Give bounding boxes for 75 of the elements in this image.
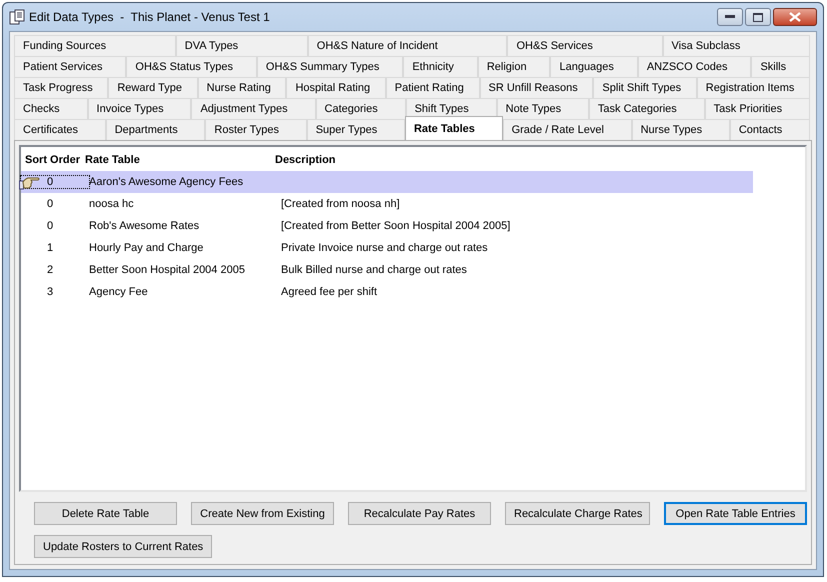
tab[interactable]: Skills (751, 56, 810, 77)
tab[interactable]: Visa Subclass (662, 35, 810, 56)
table-row[interactable]: 0 Aaron's Awesome Agency Fees (21, 171, 753, 193)
close-icon (789, 12, 801, 22)
table-cell-text: Agency Fee (89, 286, 149, 298)
table-cell-text: Hourly Pay and Charge (89, 242, 204, 254)
tab[interactable]: Funding Sources (14, 35, 176, 56)
tab[interactable]: Invoice Types (88, 98, 192, 119)
table-cell-text: Better Soon Hospital 2004 2005 (89, 264, 246, 276)
table-cell-text: 0 (46, 220, 54, 232)
action-button[interactable]: Recalculate Pay Rates (348, 502, 491, 525)
table-cell-text: 3 (46, 286, 54, 298)
table-row[interactable]: 1 Hourly Pay and Charge Private Invoice nurse and charge out rates (21, 237, 805, 259)
table-cell-text: 2 (46, 264, 54, 276)
table-cell: [Created from Better Soon Hospital 2004 2005] (281, 220, 510, 232)
close-button[interactable] (773, 8, 817, 26)
column-header: Description (275, 154, 336, 166)
tab[interactable]: Registration Items (696, 77, 810, 98)
table-cell-text: Rob's Awesome Rates (89, 220, 200, 232)
tab[interactable]: Adjustment Types (191, 98, 316, 119)
table-cell: Bulk Billed nurse and charge out rates (281, 264, 467, 276)
tab[interactable]: Languages (550, 56, 638, 77)
tab[interactable]: Super Types (306, 119, 405, 140)
action-button[interactable]: Delete Rate Table (34, 502, 177, 525)
action-button[interactable]: Update Rosters to Current Rates (34, 535, 212, 558)
table-cell: Private Invoice nurse and charge out rates (281, 242, 488, 254)
table-row[interactable]: 0 noosa hc [Created from noosa nh] (21, 193, 805, 215)
document-icon (9, 9, 25, 25)
tab[interactable]: Religion (478, 56, 550, 77)
maximize-button[interactable] (745, 8, 771, 26)
tab[interactable]: Ethnicity (403, 56, 478, 77)
tab[interactable]: Grade / Rate Level (502, 119, 632, 140)
table-cell: Agreed fee per shift (281, 286, 378, 298)
tab[interactable]: Nurse Rating (198, 77, 286, 98)
table-cell: [Created from noosa nh] (281, 198, 400, 210)
tab[interactable]: Nurse Types (632, 119, 730, 140)
action-button[interactable]: Recalculate Charge Rates (505, 502, 650, 525)
tab[interactable]: OH&S Services (507, 35, 662, 56)
table-cell-text: 0 (46, 198, 54, 210)
tab[interactable]: Certificates (14, 119, 106, 140)
tab[interactable]: ANZSCO Codes (638, 56, 752, 77)
action-button[interactable]: Create New from Existing (191, 502, 334, 525)
tab[interactable]: Task Priorities (704, 98, 810, 119)
tab[interactable]: OH&S Summary Types (256, 56, 404, 77)
table-row[interactable]: 0 Rob's Awesome Rates [Created from Better Soon Hospital 2004 2005] (21, 215, 805, 237)
minimize-icon (725, 15, 735, 19)
tab[interactable]: Note Types (496, 98, 589, 119)
tab[interactable]: DVA Types (176, 35, 308, 56)
tab[interactable]: OH&S Nature of Incident (308, 35, 508, 56)
tab[interactable]: Checks (14, 98, 88, 119)
tab[interactable]: Split Shift Types (593, 77, 697, 98)
column-header: Rate Table (84, 154, 141, 166)
table-row[interactable]: 2 Better Soon Hospital 2004 2005 Bulk Billed nurse and charge out rates (21, 259, 805, 281)
tab[interactable]: Hospital Rating (286, 77, 386, 98)
tab[interactable]: Categories (316, 98, 406, 119)
table-row[interactable]: 3 Agency Fee Agreed fee per shift (21, 281, 805, 303)
tab[interactable]: Patient Services (14, 56, 126, 77)
window-title: Edit Data Types - This Planet - Venus Test 1 (29, 10, 271, 24)
table-cell-text: 1 (46, 242, 54, 254)
tab[interactable]: OH&S Status Types (126, 56, 257, 77)
tab[interactable]: Patient Rating (386, 77, 480, 98)
tab[interactable]: Contacts (730, 119, 810, 140)
table-cell-text: Aaron's Awesome Agency Fees (89, 176, 244, 188)
tab[interactable]: Reward Type (108, 77, 198, 98)
column-header: Sort Order (24, 154, 81, 166)
tab[interactable]: SR Unfill Reasons (480, 77, 594, 98)
minimize-button[interactable] (717, 8, 743, 26)
table-cell-text: noosa hc (89, 198, 135, 210)
tab[interactable]: Task Progress (14, 77, 108, 98)
tab[interactable]: Rate Tables (404, 116, 503, 140)
tab[interactable]: Roster Types (205, 119, 307, 140)
tab[interactable]: Departments (106, 119, 206, 140)
maximize-icon (753, 12, 763, 22)
tab[interactable]: Task Categories (588, 98, 705, 119)
action-button[interactable]: Open Rate Table Entries (664, 502, 807, 525)
